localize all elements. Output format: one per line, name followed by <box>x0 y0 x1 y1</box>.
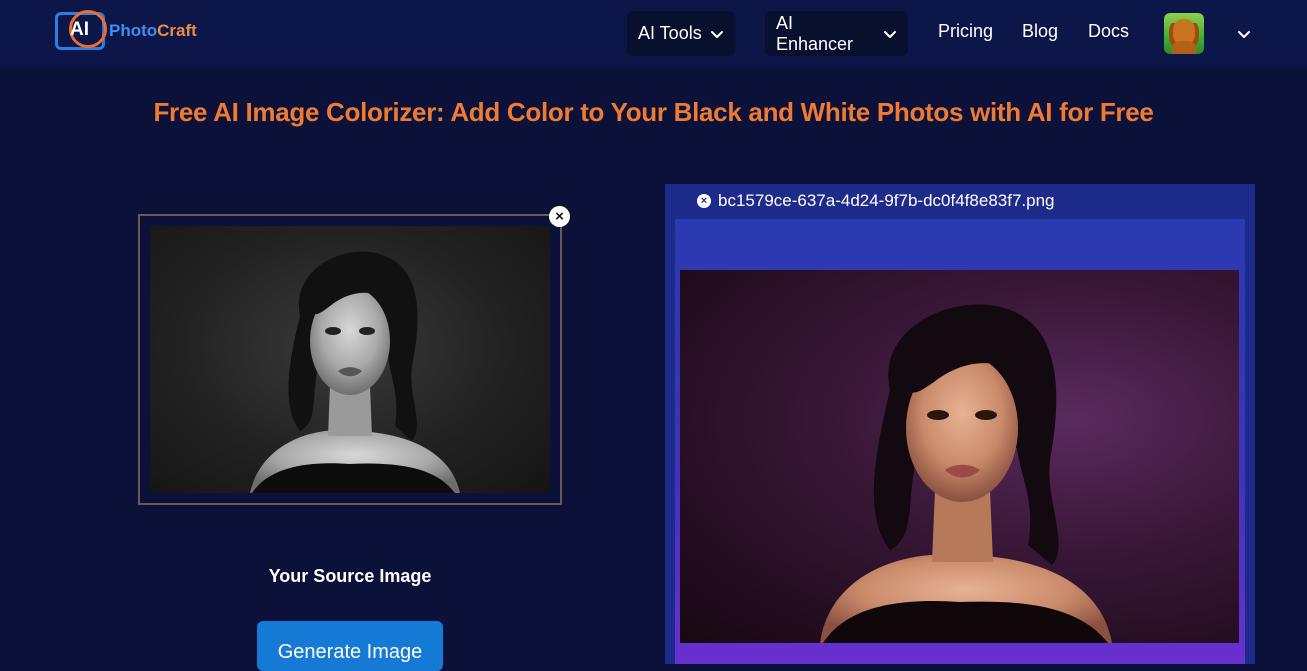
nav-pricing-link[interactable]: Pricing <box>938 21 993 42</box>
logo-photo-text: Photo <box>109 21 158 40</box>
page-title: Free AI Image Colorizer: Add Color to Yo… <box>153 97 1154 127</box>
site-logo[interactable]: AI PhotoCraft <box>55 5 215 53</box>
logo-wordmark: PhotoCraft <box>109 21 197 41</box>
source-image-label: Your Source Image <box>268 566 432 586</box>
result-file-name: bc1579ce-637a-4d24-9f7b-dc0f4f8e83f7.png <box>718 191 1055 210</box>
source-image <box>150 226 550 493</box>
nav-blog-link[interactable]: Blog <box>1022 21 1058 42</box>
source-portrait-illustration <box>250 251 460 493</box>
nav-ai-enhancer-label: AI Enhancer <box>776 12 854 54</box>
close-icon: × <box>555 208 564 225</box>
nav-ai-tools-label: AI Tools <box>638 23 702 43</box>
nav-ai-tools-dropdown[interactable]: AI Tools <box>627 11 735 56</box>
nav-docs-link[interactable]: Docs <box>1088 21 1129 42</box>
top-navbar: AI PhotoCraft AI Tools AI Enhancer Prici… <box>0 0 1307 66</box>
chevron-down-icon <box>710 30 723 38</box>
remove-result-file-button[interactable]: × <box>697 194 711 208</box>
logo-craft-text: Craft <box>157 21 197 40</box>
logo-camera-icon: AI <box>55 6 107 52</box>
chevron-down-icon <box>884 30 896 38</box>
logo-ai-text: AI <box>70 19 89 40</box>
generate-image-button[interactable]: Generate Image <box>257 621 443 671</box>
user-avatar[interactable] <box>1164 13 1204 54</box>
remove-source-image-button[interactable]: × <box>549 206 570 227</box>
close-icon: × <box>700 195 708 207</box>
nav-ai-enhancer-dropdown[interactable]: AI Enhancer <box>765 11 908 56</box>
result-image[interactable] <box>680 270 1239 643</box>
result-portrait-illustration <box>820 304 1112 643</box>
account-menu-chevron-icon[interactable] <box>1236 27 1252 41</box>
